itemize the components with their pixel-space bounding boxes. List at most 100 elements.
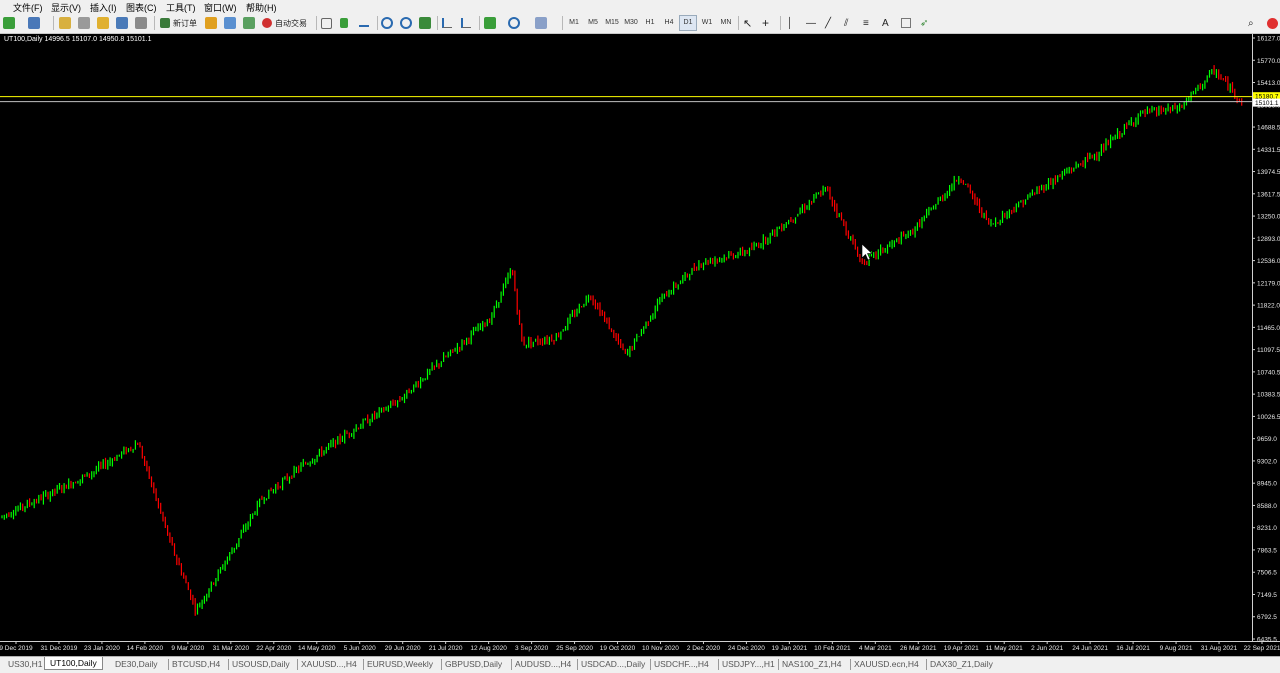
zoom-out-icon[interactable] [400, 16, 412, 30]
cursor-icon[interactable]: ↖ [743, 16, 752, 30]
price-label: 6792.5 [1257, 614, 1277, 621]
new-order-label: 新订单 [173, 18, 197, 28]
text-tool-icon[interactable]: A [882, 16, 889, 30]
tab-separator [511, 659, 512, 670]
chart-tab[interactable]: GBPUSD,Daily [445, 659, 502, 669]
date-label: 19 Apr 2021 [944, 645, 979, 652]
mouse-cursor-icon [861, 243, 873, 261]
candlestick-icon[interactable] [340, 16, 348, 30]
periods-icon[interactable] [508, 16, 520, 30]
chart-tab[interactable]: DAX30_Z1,Daily [930, 659, 993, 669]
chart-tab[interactable]: NAS100_Z1,H4 [782, 659, 842, 669]
arrows-icon[interactable]: ➶ [920, 16, 928, 30]
chart-tab[interactable]: US30,H1 [8, 659, 43, 669]
profiles-icon[interactable] [28, 16, 40, 30]
zoom-in-icon[interactable] [381, 16, 393, 30]
vertical-line-icon[interactable]: │ [787, 16, 793, 30]
tab-separator [441, 659, 442, 670]
chart-window[interactable]: UT100,Daily 14996.5 15107.0 14950.8 1510… [0, 34, 1280, 656]
new-order-button[interactable]: 新订单 [160, 16, 197, 30]
data-window-icon[interactable] [78, 16, 90, 30]
chart-tab[interactable]: XAUUSD.ecn,H4 [854, 659, 919, 669]
chart-shift-icon[interactable] [461, 16, 471, 30]
horizontal-line-icon[interactable]: — [806, 16, 816, 30]
date-label: 31 Dec 2019 [41, 645, 78, 652]
tab-separator [778, 659, 779, 670]
current-price-label: 15101.1 [1255, 100, 1279, 107]
price-label: 9302.0 [1257, 458, 1277, 465]
price-label: 13250.0 [1257, 214, 1280, 221]
date-label: 10 Nov 2020 [642, 645, 679, 652]
bar-chart-icon[interactable] [321, 16, 332, 30]
search-icon[interactable]: ⌕ [1248, 16, 1254, 30]
market-icon[interactable] [224, 16, 236, 30]
channel-icon[interactable]: ⫽ [844, 16, 848, 30]
price-label: 13617.5 [1257, 191, 1280, 198]
timeframe-h4[interactable]: H4 [661, 16, 677, 30]
price-label: 15413.0 [1257, 80, 1280, 87]
templates-icon[interactable] [535, 16, 547, 30]
crosshair-icon[interactable]: + [762, 16, 769, 30]
timeframe-m1[interactable]: M1 [566, 16, 582, 30]
date-label: 9 Aug 2021 [1160, 645, 1193, 652]
text-label-icon[interactable] [901, 18, 911, 28]
price-label: 14688.5 [1257, 125, 1280, 132]
price-label: 8231.0 [1257, 525, 1277, 532]
market-watch-icon[interactable] [59, 16, 71, 30]
date-label: 19 Oct 2020 [600, 645, 636, 652]
price-label: 16127.0 [1257, 36, 1280, 43]
date-label: 9 Mar 2020 [171, 645, 204, 652]
indicators-icon[interactable] [484, 16, 496, 30]
metaeditor-icon[interactable] [205, 16, 217, 30]
auto-trading-button[interactable]: 自动交易 [262, 16, 307, 30]
toolbar: 新订单 自动交易 M1 M5 M15 M30 H1 H4 D1 W1 MN ↖ … [0, 13, 1280, 34]
terminal-icon[interactable] [116, 16, 128, 30]
alert-icon[interactable] [1267, 16, 1278, 30]
date-label: 12 Aug 2020 [470, 645, 507, 652]
price-chart[interactable]: 16127.015770.015413.015056.014688.514331… [0, 34, 1280, 656]
tab-separator [228, 659, 229, 670]
chart-tab[interactable]: AUDUSD...,H4 [515, 659, 571, 669]
date-label: 22 Sep 2021 [1244, 645, 1280, 652]
price-label: 8588.0 [1257, 503, 1277, 510]
toolbar-separator [316, 16, 317, 30]
autoscroll-icon[interactable] [442, 16, 452, 30]
navigator-icon[interactable] [97, 16, 109, 30]
chart-tab[interactable]: USOUSD,Daily [232, 659, 290, 669]
fibonacci-icon[interactable]: ≡ [863, 16, 869, 30]
date-label: 11 May 2021 [986, 645, 1023, 652]
date-label: 2 Jun 2021 [1031, 645, 1064, 652]
chart-tab[interactable]: DE30,Daily [115, 659, 158, 669]
chart-tab[interactable]: USDJPY...,H1 [722, 659, 775, 669]
toolbar-separator [437, 16, 438, 30]
timeframe-mn[interactable]: MN [718, 16, 734, 30]
trendline-icon[interactable]: ╱ [825, 16, 831, 30]
date-label: 22 Apr 2020 [256, 645, 291, 652]
strategy-tester-icon[interactable] [135, 16, 147, 30]
tab-separator [577, 659, 578, 670]
tile-windows-icon[interactable] [419, 16, 431, 30]
chart-tab[interactable]: EURUSD,Weekly [367, 659, 433, 669]
price-label: 10026.5 [1257, 414, 1280, 421]
timeframe-d1[interactable]: D1 [679, 15, 697, 31]
line-chart-icon[interactable] [359, 16, 369, 30]
price-label: 14331.5 [1257, 147, 1280, 154]
chart-tab[interactable]: USDCAD...,Daily [581, 659, 645, 669]
price-label: 12536.0 [1257, 258, 1280, 265]
date-label: 2 Dec 2020 [687, 645, 721, 652]
toolbar-separator [738, 16, 739, 30]
chart-tab[interactable]: XAUUSD...,H4 [301, 659, 357, 669]
timeframe-m15[interactable]: M15 [604, 16, 620, 30]
timeframe-h1[interactable]: H1 [642, 16, 658, 30]
date-label: 31 Mar 2020 [213, 645, 250, 652]
chart-tab[interactable]: USDCHF...,H4 [654, 659, 709, 669]
timeframe-m5[interactable]: M5 [585, 16, 601, 30]
chart-tab[interactable]: BTCUSD,H4 [172, 659, 220, 669]
timeframe-w1[interactable]: W1 [699, 16, 715, 30]
signals-icon[interactable] [243, 16, 255, 30]
new-chart-icon[interactable] [3, 16, 15, 30]
price-label: 10383.5 [1257, 392, 1280, 399]
timeframe-m30[interactable]: M30 [623, 16, 639, 30]
price-label: 11822.0 [1257, 303, 1280, 310]
chart-tab[interactable]: UT100,Daily [44, 657, 103, 670]
